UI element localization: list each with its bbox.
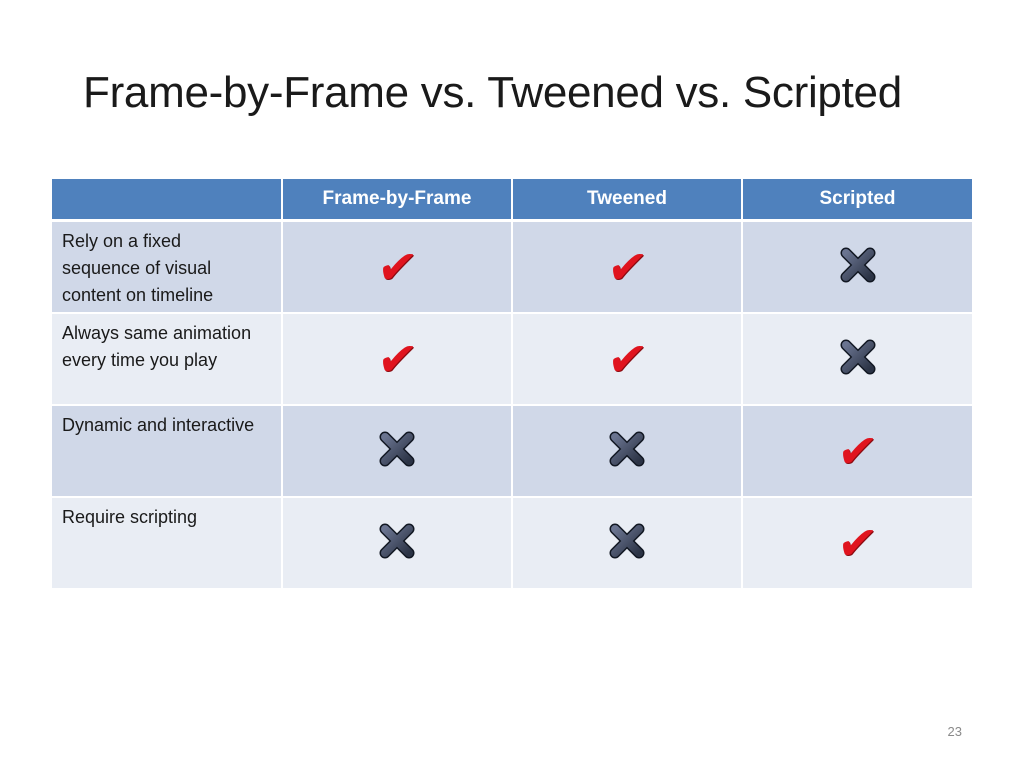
header-frame-by-frame: Frame-by-Frame — [282, 179, 513, 222]
row-label-cell: Dynamic and interactive — [52, 405, 283, 498]
checkmark-icon: ✔ — [374, 241, 420, 293]
table-header-row: Frame-by-Frame Tweened Scripted — [52, 179, 972, 222]
header-scripted: Scripted — [742, 179, 972, 222]
header-empty — [52, 179, 283, 222]
status-cell — [512, 405, 743, 498]
x-mark-icon — [839, 339, 877, 380]
x-mark-icon — [839, 247, 877, 288]
status-cell: ✔ — [512, 313, 743, 406]
status-cell — [282, 405, 513, 498]
table-row: Rely on a fixed sequence of visual conte… — [52, 220, 972, 314]
checkmark-icon: ✔ — [834, 425, 881, 477]
table-row: Always same animation every time you pla… — [52, 313, 972, 406]
checkmark-icon: ✔ — [834, 517, 881, 569]
x-mark-icon — [608, 523, 646, 564]
status-cell — [742, 313, 972, 406]
status-cell — [512, 497, 743, 590]
row-label-cell: Always same animation every time you pla… — [52, 313, 283, 406]
x-mark-icon — [378, 431, 416, 472]
row-label-cell: Require scripting — [52, 497, 283, 590]
x-mark-icon — [378, 523, 416, 564]
checkmark-icon: ✔ — [374, 333, 420, 385]
status-cell — [282, 497, 513, 590]
slide-title: Frame-by-Frame vs. Tweened vs. Scripted — [83, 68, 902, 117]
status-cell — [742, 220, 972, 314]
checkmark-icon: ✔ — [604, 241, 650, 293]
status-cell: ✔ — [742, 497, 972, 590]
row-label: Always same animation every time you pla… — [62, 323, 252, 370]
header-tweened: Tweened — [512, 179, 743, 222]
page-number: 23 — [947, 724, 962, 739]
checkmark-icon: ✔ — [604, 333, 650, 385]
row-label: Rely on a fixed sequence of visual conte… — [62, 231, 214, 305]
status-cell: ✔ — [512, 220, 743, 314]
table-row: Dynamic and interactive ✔ — [52, 405, 972, 498]
row-label: Require scripting — [62, 507, 198, 527]
x-mark-icon — [608, 431, 646, 472]
status-cell: ✔ — [282, 313, 513, 406]
status-cell: ✔ — [282, 220, 513, 314]
row-label: Dynamic and interactive — [62, 415, 255, 435]
table-row: Require scripting ✔ — [52, 497, 972, 590]
status-cell: ✔ — [742, 405, 972, 498]
comparison-table: Frame-by-Frame Tweened Scripted Rely on … — [52, 179, 972, 590]
row-label-cell: Rely on a fixed sequence of visual conte… — [52, 220, 283, 314]
